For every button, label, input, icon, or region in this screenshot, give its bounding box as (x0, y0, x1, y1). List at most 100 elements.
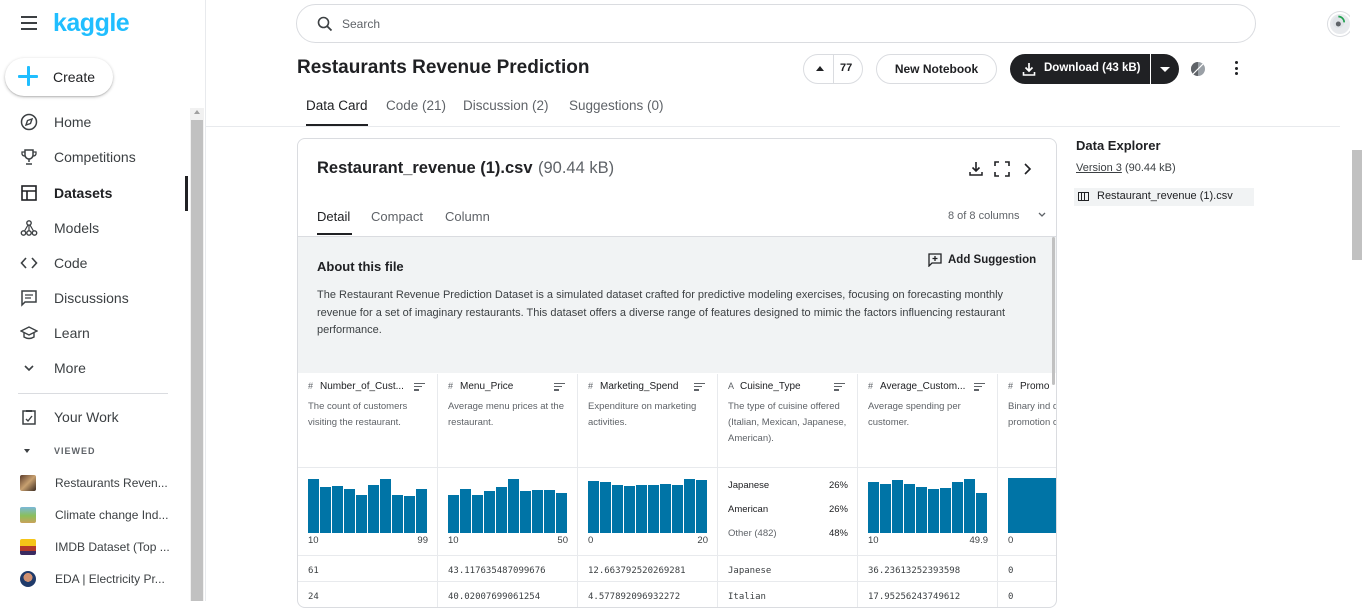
kaggle-logo[interactable]: kaggle (53, 9, 130, 38)
histogram-bar[interactable] (588, 480, 599, 533)
histogram-bar[interactable] (672, 485, 683, 533)
columns-count-dropdown[interactable]: 8 of 8 columns (948, 210, 1020, 222)
column-card[interactable]: # Average_Custom... Average spending per c… (858, 374, 998, 607)
sort-menu-icon[interactable] (974, 383, 985, 391)
histogram-bar[interactable] (544, 490, 555, 533)
histogram-bar[interactable] (332, 486, 343, 533)
table-cell[interactable]: 0 (1008, 566, 1013, 576)
new-notebook-button[interactable]: New Notebook (876, 54, 997, 84)
histogram-bar[interactable] (904, 483, 915, 533)
histogram-bar[interactable] (472, 494, 483, 533)
sidebar-item-code[interactable]: Code (0, 246, 188, 281)
scroll-up-arrow-icon[interactable] (194, 110, 200, 114)
histogram-bar[interactable] (892, 479, 903, 533)
sidebar-item-datasets[interactable]: Datasets (0, 176, 188, 211)
histogram-bar[interactable] (624, 486, 635, 533)
sidebar-item-models[interactable]: Models (0, 211, 188, 246)
search-bar[interactable]: Search (296, 4, 1256, 43)
tab-discussion[interactable]: Discussion (2) (463, 98, 549, 113)
histogram-bar[interactable] (880, 483, 891, 533)
caret-down-icon[interactable] (24, 449, 30, 453)
upvote-button[interactable]: 77 (803, 54, 863, 84)
card-scrollbar-thumb[interactable] (1052, 237, 1055, 385)
histogram-bar[interactable] (344, 489, 355, 533)
histogram-bar[interactable] (976, 492, 987, 533)
fullscreen-icon[interactable] (994, 161, 1010, 177)
histogram-bar[interactable] (940, 487, 951, 533)
histogram-bar[interactable] (952, 481, 963, 533)
histogram-bar[interactable] (392, 494, 403, 533)
histogram-bar[interactable] (380, 479, 391, 533)
histogram-bar[interactable] (520, 490, 531, 533)
histogram-bar[interactable] (696, 479, 707, 533)
theme-toggle-icon[interactable] (1190, 61, 1206, 77)
sidebar-item-competitions[interactable]: Competitions (0, 140, 188, 175)
download-options-button[interactable] (1151, 54, 1179, 84)
search-input[interactable]: Search (342, 17, 380, 31)
download-button[interactable]: Download (43 kB) (1010, 54, 1150, 84)
sidebar-item-your-work[interactable]: Your Work (0, 400, 188, 435)
viewed-item[interactable]: EDA | Electricity Pr... (0, 571, 188, 599)
histogram-bar[interactable] (404, 496, 415, 533)
column-card[interactable]: # Menu_Price Average menu prices at the re… (438, 374, 578, 607)
table-cell[interactable]: 12.663792520269281 (588, 566, 686, 576)
histogram-bar[interactable] (308, 479, 319, 533)
table-cell[interactable]: 43.117635487099676 (448, 566, 546, 576)
histogram-bar[interactable] (556, 492, 567, 533)
sort-menu-icon[interactable] (414, 383, 425, 391)
table-cell[interactable]: Japanese (728, 566, 771, 576)
histogram-bar[interactable] (484, 490, 495, 533)
histogram-bar[interactable] (496, 487, 507, 533)
sidebar-item-discussions[interactable]: Discussions (0, 281, 188, 316)
table-cell[interactable]: 36.23613252393598 (868, 566, 960, 576)
sort-menu-icon[interactable] (834, 383, 845, 391)
histogram-bar[interactable] (660, 483, 671, 533)
histogram-bar[interactable] (448, 494, 459, 533)
subtab-detail[interactable]: Detail (317, 209, 350, 224)
histogram-bar[interactable] (600, 481, 611, 533)
download-icon[interactable] (968, 161, 984, 177)
sort-menu-icon[interactable] (554, 383, 565, 391)
create-button[interactable]: Create (5, 58, 113, 96)
column-card[interactable]: A Cuisine_Type The type of cuisine offered… (718, 374, 858, 607)
histogram-bar[interactable] (916, 487, 927, 533)
user-avatar[interactable] (1328, 12, 1352, 36)
histogram-bar[interactable] (460, 489, 471, 533)
tab-code[interactable]: Code (21) (386, 98, 446, 113)
sidebar-item-home[interactable]: Home (0, 105, 188, 140)
histogram-bar[interactable] (612, 484, 623, 533)
column-card[interactable]: # Number_of_Cust... The count of customers… (298, 374, 438, 607)
chevron-right-icon[interactable] (1019, 161, 1035, 177)
histogram-bar[interactable] (508, 479, 519, 533)
histogram-bar[interactable] (1008, 478, 1056, 533)
tab-suggestions[interactable]: Suggestions (0) (569, 98, 664, 113)
histogram-bar[interactable] (636, 485, 647, 533)
viewed-item[interactable]: IMDB Dataset (Top ... (0, 539, 188, 567)
sort-menu-icon[interactable] (694, 383, 705, 391)
subtab-compact[interactable]: Compact (371, 209, 423, 224)
viewed-item[interactable]: Restaurants Reven... (0, 475, 188, 503)
viewed-item[interactable]: Climate change Ind... (0, 507, 188, 535)
explorer-file-item[interactable]: Restaurant_revenue (1).csv (1074, 188, 1254, 206)
sidebar-item-learn[interactable]: Learn (0, 316, 188, 351)
histogram-bar[interactable] (368, 484, 379, 533)
histogram-bar[interactable] (416, 489, 427, 533)
histogram-bar[interactable] (868, 481, 879, 533)
table-cell[interactable]: 61 (308, 566, 319, 576)
hamburger-menu-icon[interactable] (21, 16, 37, 30)
tab-data-card[interactable]: Data Card (306, 98, 368, 113)
sidebar-scrollbar-thumb[interactable] (191, 120, 203, 601)
column-card[interactable]: # Promo Binary ind denoting promotion cond… (998, 374, 1056, 607)
histogram-bar[interactable] (320, 487, 331, 533)
column-card[interactable]: # Marketing_Spend Expenditure on marketing… (578, 374, 718, 607)
chevron-down-icon[interactable] (1038, 212, 1046, 218)
page-scrollbar[interactable] (1350, 0, 1366, 601)
histogram-bar[interactable] (684, 479, 695, 533)
more-options-icon[interactable] (1235, 61, 1239, 77)
histogram-bar[interactable] (648, 484, 659, 533)
histogram-bar[interactable] (964, 479, 975, 533)
subtab-column[interactable]: Column (445, 209, 490, 224)
histogram-bar[interactable] (356, 494, 367, 533)
page-scrollbar-thumb[interactable] (1352, 150, 1362, 260)
add-suggestion-button[interactable]: Add Suggestion (928, 253, 1048, 269)
